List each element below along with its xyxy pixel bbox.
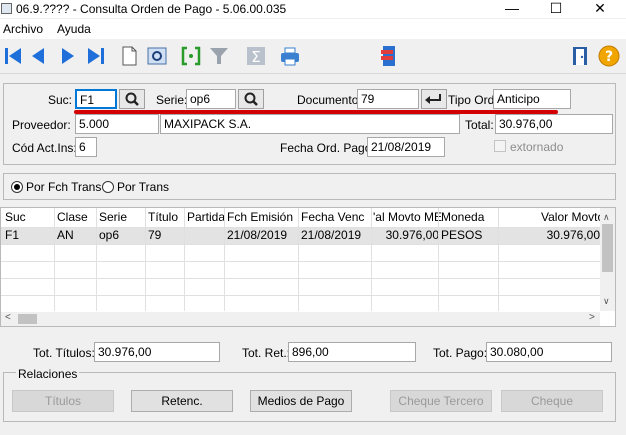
cheque-button[interactable]: Cheque — [501, 390, 603, 412]
table-cell: 21/08/2019 — [227, 228, 288, 242]
col-valor-movto[interactable]: Valor Movto — [541, 208, 604, 227]
next-icon[interactable] — [55, 44, 79, 68]
radio-por-trans-label: Por Trans — [117, 180, 170, 194]
radio-por-fch-trans[interactable] — [11, 181, 23, 193]
horizontal-scrollbar[interactable]: < > — [1, 312, 600, 326]
table-cell: PESOS — [441, 228, 483, 242]
col-titulo[interactable]: Título — [148, 208, 178, 227]
title-bar: 06.9.???? - Consulta Orden de Pago - 5.0… — [0, 0, 626, 18]
cod-act-label: Cód Act.Ins: — [12, 141, 77, 155]
table-cell: 79 — [148, 228, 162, 242]
svg-text:?: ? — [605, 49, 613, 65]
col-fch-emision[interactable]: Fch Emisión — [227, 208, 293, 227]
close-button[interactable]: ✕ — [578, 0, 622, 18]
proveedor-name-field: MAXIPACK S.A. — [160, 114, 460, 134]
scroll-up-icon[interactable]: ∧ — [603, 212, 610, 223]
serie-field[interactable]: op6 — [186, 89, 236, 109]
total-field: 30.976,00 — [495, 114, 613, 134]
proveedor-label: Proveedor: — [12, 118, 71, 132]
menu-ayuda[interactable]: Ayuda — [57, 22, 91, 36]
header-panel: Suc: F1 Serie: op6 Documento: 79 Tipo Or… — [3, 83, 616, 165]
relaciones-label: Relaciones — [16, 367, 80, 381]
tot-pago-field: 30.080,00 — [486, 342, 612, 362]
radio-por-trans[interactable] — [102, 181, 114, 193]
vertical-scrollbar[interactable]: ∧ ∨ — [600, 208, 615, 311]
scroll-left-icon[interactable]: < — [5, 312, 11, 323]
svg-text:Σ: Σ — [251, 48, 260, 66]
fecha-ord-field: 21/08/2019 — [367, 137, 445, 157]
table-cell: 30.976,00 — [385, 228, 439, 242]
col-clase[interactable]: Clase — [57, 208, 88, 227]
tot-titulos-field: 30.976,00 — [94, 342, 220, 362]
tipo-ord-field: Anticipo — [493, 89, 571, 109]
last-icon[interactable] — [83, 44, 107, 68]
documento-field[interactable]: 79 — [357, 89, 419, 109]
first-icon[interactable] — [2, 44, 26, 68]
exit-door-icon[interactable] — [568, 44, 592, 68]
total-label: Total: — [465, 118, 494, 132]
col-serie[interactable]: Serie — [99, 208, 127, 227]
col-total-movto-me[interactable]: 'al Movto ME — [373, 208, 442, 227]
window-title: 06.9.???? - Consulta Orden de Pago - 5.0… — [16, 2, 287, 16]
new-doc-icon[interactable] — [117, 44, 141, 68]
tot-ret-label: Tot. Ret.: — [242, 346, 291, 360]
retenc-button[interactable]: Retenc. — [131, 390, 233, 412]
menu-archivo[interactable]: Archivo — [3, 22, 43, 36]
order-panel: Por Fch Trans Por Trans — [3, 173, 616, 200]
scroll-right-icon[interactable]: > — [589, 312, 595, 323]
titles-grid[interactable]: Suc Clase Serie Título Partida Fch Emisi… — [0, 207, 616, 327]
col-suc[interactable]: Suc — [5, 208, 26, 227]
menu-bar: Archivo Ayuda — [0, 19, 626, 39]
tipo-ord-label: Tipo Ord: — [448, 93, 498, 107]
documento-label: Documento: — [297, 93, 362, 107]
search-icon — [125, 92, 139, 106]
vertical-scroll-thumb[interactable] — [602, 224, 613, 272]
select-icon[interactable] — [179, 44, 203, 68]
horizontal-scroll-thumb[interactable] — [18, 314, 37, 324]
table-cell: AN — [57, 228, 74, 242]
fecha-ord-label: Fecha Ord. Pago: — [280, 141, 375, 155]
medios-de-pago-button[interactable]: Medios de Pago — [250, 390, 352, 412]
minimize-button[interactable]: — — [490, 0, 534, 18]
suc-field[interactable]: F1 — [75, 89, 117, 109]
proveedor-code-field: 5.000 — [75, 114, 159, 134]
table-cell: op6 — [99, 228, 120, 242]
cod-act-field: 6 — [75, 137, 97, 157]
radio-por-fch-trans-label: Por Fch Trans — [26, 180, 102, 194]
col-partida[interactable]: Partida — [187, 208, 225, 227]
stack-icon[interactable] — [377, 44, 401, 68]
print-icon[interactable] — [278, 44, 302, 68]
suc-label: Suc: — [48, 93, 73, 107]
tot-titulos-label: Tot. Títulos: — [33, 346, 95, 360]
suc-search-button[interactable] — [119, 89, 145, 109]
cheque-tercero-button[interactable]: Cheque Tercero — [390, 390, 492, 412]
relaciones-panel: Relaciones Títulos Retenc. Medios de Pag… — [3, 367, 616, 422]
col-fecha-venc[interactable]: Fecha Venc — [301, 208, 364, 227]
table-cell: F1 — [5, 228, 20, 242]
tot-pago-label: Tot. Pago: — [433, 346, 488, 360]
serie-search-button[interactable] — [238, 89, 264, 109]
documento-enter-button[interactable] — [421, 89, 447, 109]
table-cell: 30.976,00 — [546, 228, 600, 242]
extornado-checkbox[interactable] — [494, 140, 506, 152]
scroll-down-icon[interactable]: ∨ — [603, 296, 610, 307]
app-icon — [1, 3, 12, 14]
serie-label: Serie: — [156, 93, 188, 107]
preview-icon[interactable] — [145, 44, 169, 68]
toolbar: Σ ? — [0, 40, 626, 74]
table-cell: 21/08/2019 — [301, 228, 362, 242]
col-moneda[interactable]: Moneda — [441, 208, 484, 227]
prev-icon[interactable] — [27, 44, 51, 68]
search-icon — [244, 92, 258, 106]
extornado-label: extornado — [510, 140, 564, 154]
tot-ret-field: 896,00 — [288, 342, 416, 362]
enter-icon — [425, 94, 441, 104]
titulos-button[interactable]: Títulos — [12, 390, 114, 412]
sum-icon[interactable]: Σ — [244, 44, 268, 68]
filter-icon[interactable] — [207, 44, 231, 68]
maximize-button[interactable]: ☐ — [534, 0, 578, 18]
help-icon[interactable]: ? — [597, 44, 621, 68]
